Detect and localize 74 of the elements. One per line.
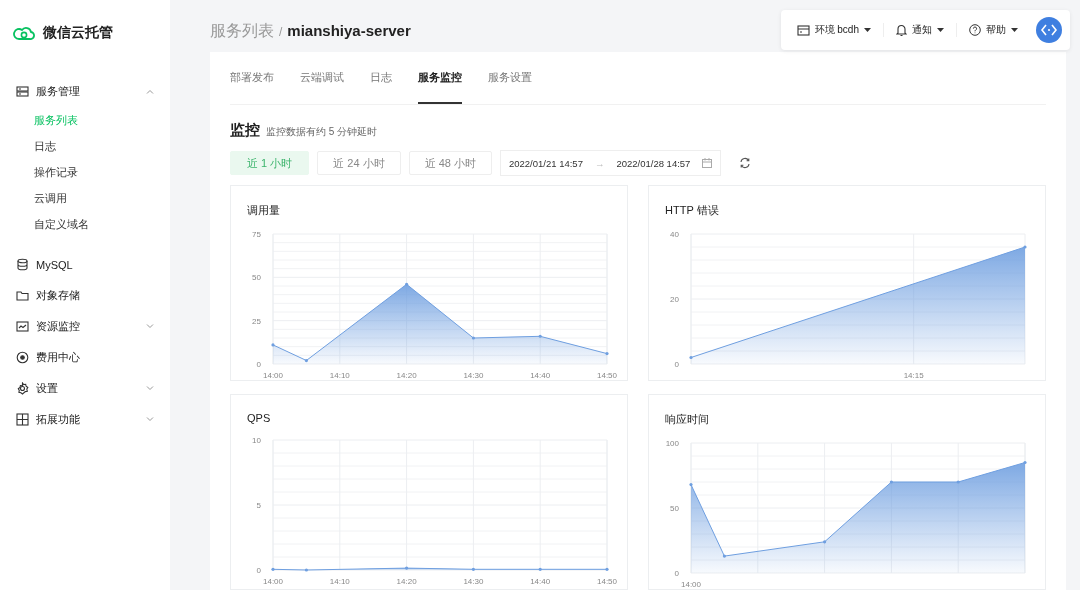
y-axis-label: 50 — [252, 273, 261, 283]
sidebar-item[interactable]: 费用中心 — [0, 342, 170, 373]
caret-icon — [1011, 28, 1018, 32]
tab[interactable]: 服务设置 — [488, 52, 532, 104]
tab[interactable]: 服务监控 — [418, 52, 462, 104]
x-axis-label: 14:00 — [263, 371, 283, 380]
x-axis-label: 14:30 — [463, 371, 484, 380]
page-title: mianshiya-server — [287, 21, 411, 39]
x-axis-label: 14:10 — [329, 371, 350, 380]
app-name: 微信云托管 — [43, 24, 113, 42]
x-axis-label: 14:50 — [597, 577, 617, 586]
x-axis-label: 14:20 — [396, 371, 417, 380]
sidebar-item[interactable]: 拓展功能 — [0, 404, 170, 435]
notifications-dropdown[interactable]: 通知 — [884, 23, 956, 37]
x-axis-label: 14:10 — [329, 577, 350, 586]
refresh-icon[interactable] — [739, 157, 752, 169]
chart-title: QPS — [246, 412, 272, 424]
x-axis-label: 14:00 — [681, 580, 701, 589]
settings-icon — [16, 382, 29, 395]
x-axis-label: 14:40 — [530, 577, 551, 586]
sidebar-subitem[interactable]: 日志 — [0, 133, 170, 159]
tab[interactable]: 部署发布 — [230, 52, 274, 104]
monitor-chart-icon — [16, 320, 29, 333]
sidebar-subitem[interactable]: 云调用 — [0, 185, 170, 211]
breadcrumb-separator: / — [279, 24, 283, 39]
y-axis-label: 5 — [256, 501, 261, 510]
user-avatar-icon[interactable] — [1036, 17, 1062, 43]
bell-icon — [896, 24, 907, 36]
y-axis-label: 25 — [252, 316, 261, 326]
y-axis-label: 0 — [674, 569, 679, 578]
section-note: 监控数据有约 5 分钟延时 — [266, 125, 378, 139]
sidebar-item[interactable]: 对象存储 — [0, 280, 170, 311]
time-range-button[interactable]: 近 24 小时 — [317, 151, 401, 175]
database-icon — [16, 258, 29, 271]
x-axis-label: 14:30 — [463, 577, 484, 586]
sidebar-item[interactable]: 服务管理 — [0, 76, 170, 107]
grid-icon — [16, 413, 29, 426]
x-axis-label: 14:00 — [263, 577, 283, 586]
tab[interactable]: 日志 — [370, 52, 392, 104]
y-axis-label: 50 — [670, 504, 679, 513]
x-axis-label: 14:40 — [530, 371, 551, 380]
calendar-icon — [702, 158, 713, 168]
sidebar-subitem[interactable]: 操作记录 — [0, 159, 170, 185]
environment-dropdown[interactable]: 环境 bcdh — [784, 23, 883, 37]
y-axis-label: 100 — [665, 439, 679, 448]
y-axis-label: 0 — [674, 360, 679, 369]
help-icon — [969, 24, 981, 36]
y-axis-label: 0 — [256, 566, 261, 575]
time-range-button[interactable]: 近 48 小时 — [408, 151, 492, 175]
section-title: 监控 — [230, 121, 260, 140]
y-axis-label: 10 — [252, 436, 261, 445]
y-axis-label: 0 — [256, 360, 261, 369]
chart-title: 响应时间 — [664, 412, 710, 427]
sidebar-item[interactable]: 资源监控 — [0, 311, 170, 342]
cloud-logo-icon — [13, 25, 35, 41]
x-axis-label: 14:20 — [396, 577, 417, 586]
y-axis-label: 75 — [252, 230, 261, 239]
tab[interactable]: 云端调试 — [300, 52, 344, 104]
window-icon — [796, 24, 810, 36]
caret-icon — [864, 28, 871, 32]
chart-title: 调用量 — [246, 203, 281, 218]
x-axis-label: 14:15 — [903, 371, 924, 380]
folder-icon — [16, 289, 29, 302]
help-dropdown[interactable]: 帮助 — [957, 23, 1030, 37]
sidebar-subitem[interactable]: 自定义域名 — [0, 211, 170, 237]
sidebar-item[interactable]: MySQL — [0, 249, 170, 280]
sidebar-item[interactable]: 设置 — [0, 373, 170, 404]
y-axis-label: 20 — [670, 295, 679, 304]
x-axis-label: 14:50 — [597, 371, 617, 380]
chart-title: HTTP 错误 — [664, 203, 720, 218]
server-icon — [16, 85, 29, 98]
date-range-picker[interactable]: 2022/01/21 14:57 → 2022/01/28 14:57 — [499, 150, 722, 176]
y-axis-label: 40 — [670, 230, 679, 239]
caret-icon — [937, 28, 944, 32]
